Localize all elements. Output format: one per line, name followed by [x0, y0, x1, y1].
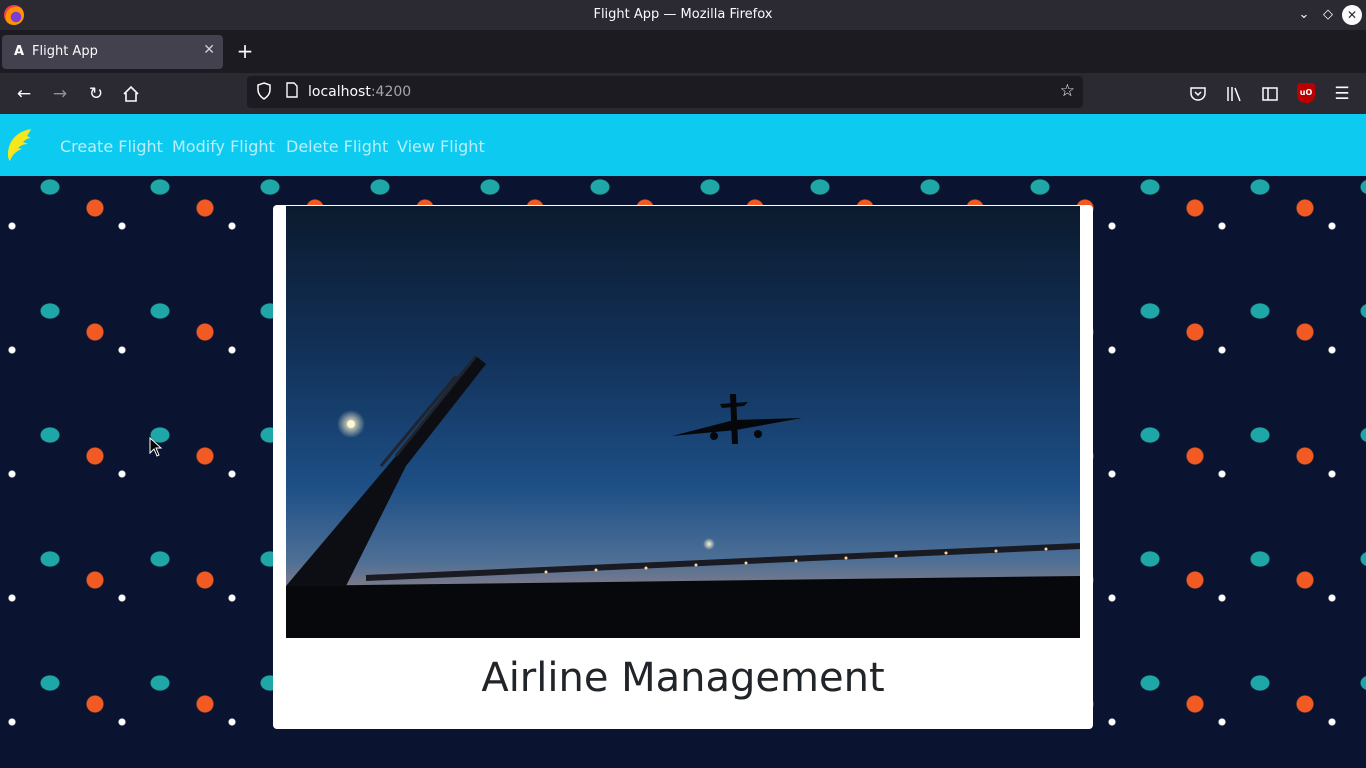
- sidebar-icon[interactable]: [1258, 82, 1282, 106]
- page-heading: Airline Management: [481, 655, 885, 701]
- tab-flight-app[interactable]: A Flight App ✕: [2, 35, 223, 69]
- nav-modify-flight[interactable]: Modify Flight: [172, 137, 275, 156]
- window-titlebar: Flight App — Mozilla Firefox ⌄ ◇ ✕: [0, 0, 1366, 30]
- reload-icon[interactable]: ↻: [84, 82, 108, 106]
- mouse-cursor-icon: [149, 437, 163, 457]
- minimize-icon[interactable]: ⌄: [1294, 5, 1314, 25]
- tab-strip: A Flight App ✕ +: [0, 30, 1366, 73]
- navigation-toolbar: ← → ↻ localhost:4200 ☆ uO ☰: [0, 73, 1366, 114]
- url-bar[interactable]: localhost:4200 ☆: [247, 76, 1083, 108]
- menu-hamburger-icon[interactable]: ☰: [1330, 82, 1354, 106]
- nav-delete-flight[interactable]: Delete Flight: [286, 137, 388, 156]
- close-window-icon[interactable]: ✕: [1342, 5, 1362, 25]
- forward-icon[interactable]: →: [48, 82, 72, 106]
- bookmark-star-icon[interactable]: ☆: [1060, 81, 1075, 101]
- tab-label: Flight App: [32, 44, 98, 59]
- page-content: Create Flight Modify Flight Delete Fligh…: [0, 114, 1366, 768]
- home-icon[interactable]: [119, 82, 143, 106]
- url-text: localhost:4200: [308, 84, 411, 100]
- tracking-protection-shield-icon[interactable]: [255, 82, 273, 102]
- new-tab-icon[interactable]: +: [234, 40, 256, 62]
- maximize-icon[interactable]: ◇: [1318, 5, 1338, 25]
- pocket-icon[interactable]: [1186, 82, 1210, 106]
- back-icon[interactable]: ←: [12, 82, 36, 106]
- library-icon[interactable]: [1222, 82, 1246, 106]
- window-title: Flight App — Mozilla Firefox: [593, 7, 773, 22]
- airplane-at-dusk-photo: [286, 206, 1080, 638]
- url-host: localhost: [308, 84, 371, 100]
- nav-create-flight[interactable]: Create Flight: [60, 137, 163, 156]
- tab-close-icon[interactable]: ✕: [203, 42, 215, 58]
- ublock-origin-icon[interactable]: uO: [1297, 83, 1315, 103]
- nav-view-flight[interactable]: View Flight: [397, 137, 485, 156]
- url-port: :4200: [370, 84, 412, 100]
- flight-logo-icon[interactable]: [4, 127, 34, 163]
- angular-icon: A: [13, 44, 25, 59]
- hero-card: Airline Management: [273, 205, 1093, 729]
- page-info-icon[interactable]: [283, 82, 301, 102]
- app-navbar: Create Flight Modify Flight Delete Fligh…: [0, 114, 1366, 176]
